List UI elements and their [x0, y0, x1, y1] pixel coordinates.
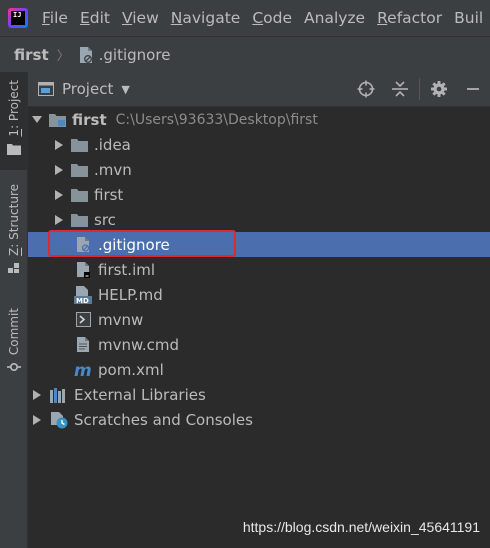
folder-icon [70, 211, 88, 229]
tree-item-idea[interactable]: .idea [28, 132, 490, 157]
menu-code[interactable]: Code [246, 9, 298, 27]
tree-item-label: .idea [94, 135, 131, 154]
tree-item-scratches[interactable]: Scratches and Consoles [28, 407, 490, 432]
tree-item-label: src [94, 210, 116, 229]
panel-actions [349, 72, 490, 106]
module-folder-icon [48, 111, 66, 129]
svg-text:MD: MD [76, 297, 89, 304]
tree-item-src[interactable]: src [28, 207, 490, 232]
tree-item-pom-xml[interactable]: m pom.xml [28, 357, 490, 382]
project-tree: first C:\Users\93633\Desktop\first .idea… [28, 107, 490, 548]
tree-item-external-libraries[interactable]: External Libraries [28, 382, 490, 407]
crosshair-icon [357, 80, 375, 98]
folder-icon [70, 136, 88, 154]
expanded-arrow-icon[interactable] [30, 107, 44, 132]
maven-icon: m [74, 361, 92, 379]
collapsed-arrow-icon[interactable] [52, 132, 66, 157]
tree-item-mvn[interactable]: .mvn [28, 157, 490, 182]
hide-panel-button[interactable] [456, 72, 490, 106]
tool-window-structure-tab[interactable]: Z: Structure [0, 184, 27, 284]
gear-icon [431, 81, 447, 97]
collapse-all-icon [392, 81, 408, 97]
select-opened-file-button[interactable] [349, 72, 383, 106]
tree-item-label: .mvn [94, 160, 132, 179]
watermark-text: https://blog.csdn.net/weixin_45641191 [242, 519, 480, 535]
menu-refactor[interactable]: Refactor [371, 9, 448, 27]
folder-icon [70, 161, 88, 179]
collapse-all-button[interactable] [383, 72, 417, 106]
tree-item-first-folder[interactable]: first [28, 182, 490, 207]
tree-item-mvnw[interactable]: mvnw [28, 307, 490, 332]
text-file-icon [74, 336, 92, 354]
libraries-icon [50, 386, 68, 404]
toolbar-divider [419, 78, 420, 100]
iml-file-icon [74, 261, 92, 279]
tree-item-label: HELP.md [98, 285, 163, 304]
collapsed-arrow-icon[interactable] [52, 182, 66, 207]
settings-button[interactable] [422, 72, 456, 106]
tree-item-label: External Libraries [74, 385, 206, 404]
menu-file[interactable]: File [36, 9, 74, 27]
tool-window-commit-tab[interactable]: Commit [0, 308, 27, 384]
folder-icon [6, 143, 21, 155]
navigation-bar: first 〉 .gitignore [0, 36, 490, 73]
tree-item-label: .gitignore [98, 235, 170, 254]
panel-title[interactable]: Project [62, 80, 113, 98]
collapsed-arrow-icon[interactable] [30, 407, 44, 432]
ignore-file-icon [79, 46, 92, 63]
breadcrumb-project[interactable]: first [14, 46, 49, 64]
shell-file-icon [74, 311, 92, 329]
tool-window-strip: 1: Project Z: Structure Commit [0, 72, 28, 548]
tree-item-label: pom.xml [98, 360, 164, 379]
collapsed-arrow-icon[interactable] [52, 157, 66, 182]
markdown-file-icon: MD [74, 285, 92, 304]
commit-icon [6, 363, 21, 372]
tree-item-label: Scratches and Consoles [74, 410, 253, 429]
minimize-icon [467, 88, 479, 90]
scratches-icon [50, 411, 68, 429]
tree-item-label: first.iml [98, 260, 156, 279]
project-panel-header: Project ▼ [28, 72, 490, 107]
collapsed-arrow-icon[interactable] [30, 382, 44, 407]
ignore-file-icon [74, 236, 92, 254]
breadcrumb-separator: 〉 [56, 49, 70, 64]
menu-analyze[interactable]: Analyze [298, 9, 371, 27]
menu-edit[interactable]: Edit [74, 9, 116, 27]
structure-icon [7, 262, 19, 273]
tree-item-label: first [94, 185, 124, 204]
menu-navigate[interactable]: Navigate [165, 9, 247, 27]
tree-root-item[interactable]: first C:\Users\93633\Desktop\first [28, 107, 490, 132]
view-selector-chevron-down-icon[interactable]: ▼ [121, 83, 129, 96]
tree-item-mvnw-cmd[interactable]: mvnw.cmd [28, 332, 490, 357]
tool-window-project-tab[interactable]: 1: Project [0, 72, 27, 170]
breadcrumb-file[interactable]: .gitignore [99, 46, 171, 64]
tree-root-path: C:\Users\93633\Desktop\first [115, 111, 318, 128]
folder-icon [70, 186, 88, 204]
tree-item-first-iml[interactable]: first.iml [28, 257, 490, 282]
menu-view[interactable]: View [116, 9, 165, 27]
tree-item-help-md[interactable]: MD HELP.md [28, 282, 490, 307]
tree-item-gitignore[interactable]: .gitignore [28, 232, 490, 257]
intellij-logo-icon[interactable]: IJ [8, 8, 28, 28]
tree-item-label: mvnw [98, 310, 144, 329]
svg-text:m: m [74, 362, 92, 378]
menu-bar: IJ File Edit View Navigate Code Analyze … [0, 0, 490, 36]
tree-root-label: first [72, 110, 107, 129]
project-view-icon [38, 82, 54, 96]
tree-item-label: mvnw.cmd [98, 335, 180, 354]
menu-build[interactable]: Buil [448, 9, 489, 27]
collapsed-arrow-icon[interactable] [52, 207, 66, 232]
